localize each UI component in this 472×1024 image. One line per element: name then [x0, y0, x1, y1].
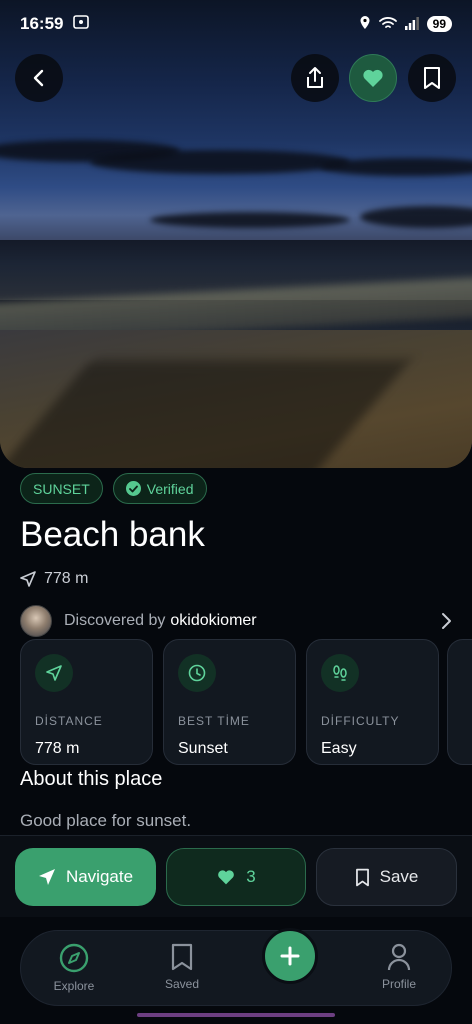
heart-icon [363, 69, 383, 87]
home-indicator [137, 1013, 335, 1017]
nav-explore[interactable]: Explore [34, 943, 114, 993]
place-detail-screen: 16:59 99 SUNSET Verified Beach bank 778 … [0, 0, 472, 1024]
discovered-by-label: Discovered by [64, 612, 166, 629]
stat-card-best-time: BEST TİME Sunset [163, 639, 296, 765]
place-photo [0, 0, 472, 468]
verified-badge: Verified [112, 473, 207, 504]
clock-icon [178, 654, 216, 692]
discovered-by-row[interactable]: Discovered by okidokiomer [20, 604, 452, 638]
stat-value: Sunset [178, 740, 228, 757]
location-icon [359, 15, 371, 33]
wifi-icon [378, 16, 397, 33]
share-icon [307, 67, 323, 88]
favorite-button[interactable] [349, 54, 397, 102]
navigate-button[interactable]: Navigate [15, 848, 156, 906]
stat-label: DİSTANCE [35, 714, 103, 728]
stat-value: Easy [321, 740, 357, 757]
like-button[interactable]: 3 [166, 848, 306, 906]
stats-carousel[interactable]: DİSTANCE 778 m BEST TİME Sunset DİFFICUL… [20, 639, 439, 765]
bookmark-icon [355, 868, 369, 886]
like-count: 3 [246, 867, 256, 886]
stat-label: BEST TİME [178, 714, 250, 728]
nav-profile-label: Profile [381, 977, 416, 991]
nav-profile[interactable]: Profile [359, 943, 439, 991]
back-button[interactable] [15, 54, 63, 102]
bottom-nav: Explore Saved Profile [20, 928, 452, 1006]
battery-indicator: 99 [426, 16, 452, 32]
navigate-label: Navigate [65, 867, 134, 886]
verified-label: Verified [146, 480, 194, 497]
distance-row: 778 m [20, 570, 88, 588]
tag-row: SUNSET Verified [20, 473, 207, 504]
navigation-arrow-icon [35, 654, 73, 692]
stat-card-distance: DİSTANCE 778 m [20, 639, 153, 765]
nav-saved-label: Saved [164, 977, 200, 991]
navigation-arrow-icon [38, 869, 55, 885]
status-time: 16:59 [20, 14, 64, 33]
save-button[interactable]: Save [316, 848, 457, 906]
check-circle-icon [125, 481, 141, 496]
chevron-left-icon [33, 69, 44, 87]
bookmark-button[interactable] [408, 54, 456, 102]
status-bar: 16:59 99 [0, 0, 472, 48]
signal-icon [404, 16, 419, 33]
person-icon [387, 943, 411, 971]
avatar [20, 605, 52, 637]
heart-icon [218, 870, 235, 885]
bookmark-icon [424, 67, 440, 89]
distance-value: 778 m [44, 570, 89, 587]
footprints-icon [321, 654, 359, 692]
bookmark-icon [171, 943, 193, 971]
about-description: Good place for sunset. [20, 811, 192, 830]
stat-value: 778 m [35, 740, 80, 757]
navigation-arrow-icon [20, 571, 36, 587]
share-button[interactable] [291, 54, 339, 102]
save-label: Save [379, 867, 419, 886]
action-bar: Navigate 3 Save [0, 835, 472, 917]
category-tag: SUNSET [20, 473, 103, 504]
screenshot-icon [73, 14, 90, 34]
stat-card-difficulty: DİFFICULTY Easy [306, 639, 439, 765]
compass-icon [59, 943, 89, 973]
add-place-button[interactable] [262, 928, 318, 984]
chevron-right-icon [442, 613, 451, 629]
stat-label: DİFFICULTY [321, 714, 400, 728]
nav-saved[interactable]: Saved [142, 943, 222, 991]
plus-icon [280, 946, 300, 966]
discoverer-username: okidokiomer [170, 612, 257, 629]
about-heading: About this place [20, 768, 163, 790]
place-title: Beach bank [20, 515, 205, 554]
nav-explore-label: Explore [53, 979, 95, 993]
stat-card-peek [447, 639, 472, 765]
